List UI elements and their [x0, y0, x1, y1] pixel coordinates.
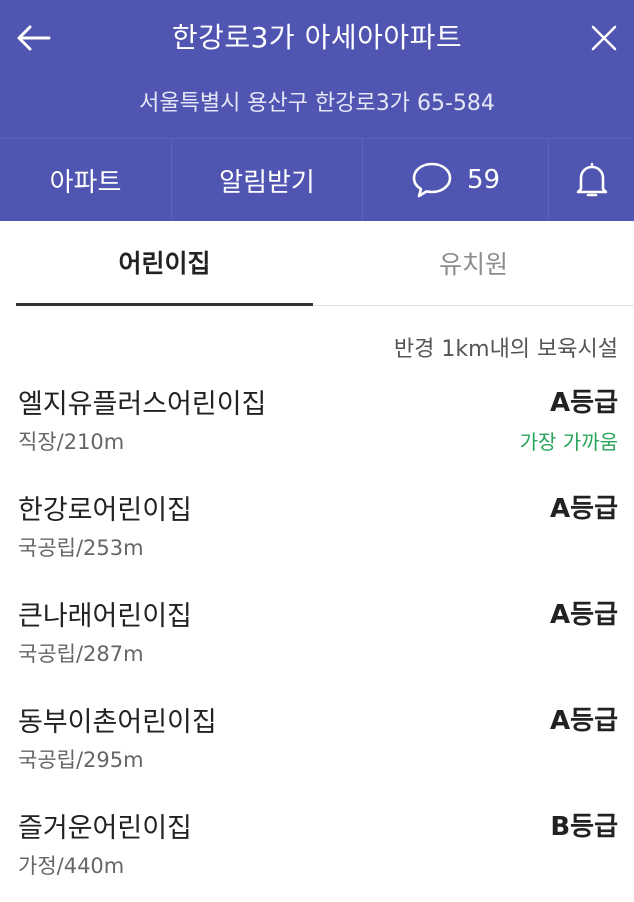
app-header: 한강로3가 아세아아파트 서울특별시 용산구 한강로3가 65-584	[0, 0, 634, 138]
apartment-button[interactable]: 아파트	[0, 139, 172, 221]
comments-button[interactable]: 59	[363, 139, 549, 221]
list-item[interactable]: 큰나래어린이집 A등급 국공립/287m	[16, 582, 618, 688]
notify-label: 알림받기	[219, 167, 315, 198]
facility-grade: A등급	[550, 600, 618, 630]
facility-grade: A등급	[550, 388, 618, 418]
facility-name: 즐거운어린이집	[18, 813, 192, 844]
notify-button[interactable]: 알림받기	[172, 139, 363, 221]
bell-icon	[576, 162, 607, 197]
facility-type-distance: 국공립/295m	[18, 748, 144, 772]
close-button[interactable]	[584, 18, 624, 58]
facility-type-distance: 직장/210m	[18, 430, 125, 454]
list-item[interactable]: 동부이촌어린이집 A등급 국공립/295m	[16, 688, 618, 794]
close-icon	[591, 25, 617, 51]
action-toolbar: 아파트 알림받기 59	[0, 138, 634, 221]
address-line: 서울특별시 용산구 한강로3가 65-584	[139, 91, 495, 116]
facility-grade: A등급	[550, 706, 618, 736]
facility-grade: A등급	[550, 494, 618, 524]
facility-type-distance: 국공립/253m	[18, 536, 144, 560]
facility-type-distance: 국공립/287m	[18, 642, 144, 666]
comment-count: 59	[466, 165, 501, 195]
list-item[interactable]: 엘지유플러스어린이집 A등급 직장/210m 가장 가까움	[16, 370, 618, 476]
tab-kindergarten[interactable]: 유치원	[313, 221, 634, 305]
facility-list: 엘지유플러스어린이집 A등급 직장/210m 가장 가까움 한강로어린이집 A등…	[0, 370, 634, 900]
list-item[interactable]: 즐거운어린이집 B등급 가정/440m	[16, 794, 618, 900]
facility-name: 엘지유플러스어린이집	[18, 389, 267, 420]
nearest-badge: 가장 가까움	[519, 430, 618, 454]
facility-name: 한강로어린이집	[18, 495, 192, 526]
facility-name: 큰나래어린이집	[18, 601, 192, 632]
list-item[interactable]: 한강로어린이집 A등급 국공립/253m	[16, 476, 618, 582]
bell-button[interactable]	[549, 139, 634, 221]
page-title: 한강로3가 아세아아파트	[171, 21, 463, 54]
facility-name: 동부이촌어린이집	[18, 707, 217, 738]
facility-grade: B등급	[550, 812, 618, 842]
radius-note: 반경 1km내의 보육시설	[393, 337, 618, 362]
facility-type-distance: 가정/440m	[18, 854, 125, 878]
tab-daycare[interactable]: 어린이집	[16, 221, 313, 306]
speech-bubble-icon	[412, 162, 452, 198]
apartment-label: 아파트	[49, 167, 122, 198]
facility-tabs: 어린이집 유치원	[16, 221, 634, 306]
